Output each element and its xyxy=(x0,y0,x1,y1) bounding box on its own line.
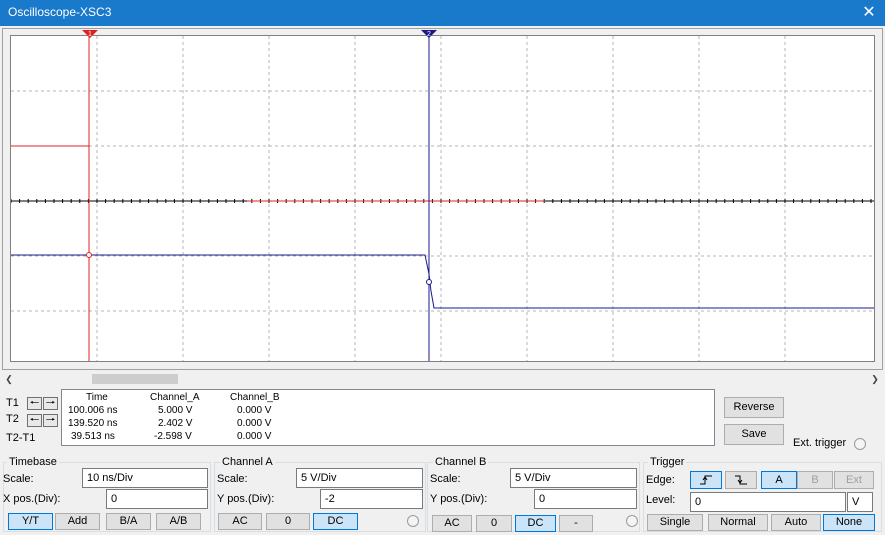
readout-header-channel-a: Channel_A xyxy=(150,392,200,403)
readout-delta-channel-b: 0.000 V xyxy=(237,431,272,442)
readout-t2-channel-a: 2.402 V xyxy=(158,418,193,429)
channel-a-trace xyxy=(11,36,545,202)
trigger-level-unit[interactable]: V xyxy=(847,492,873,512)
readout-t2-time: 139.520 ns xyxy=(68,418,118,429)
cursor-t2-number: 2 xyxy=(427,31,431,38)
channel-a-dc-button[interactable]: DC xyxy=(313,513,358,530)
channel-b-negative-button[interactable]: - xyxy=(559,515,593,532)
trigger-source-a-button[interactable]: A xyxy=(761,471,797,489)
horizontal-scrollbar[interactable]: ❮ ❯ xyxy=(2,372,883,386)
channel-b-title: Channel B xyxy=(433,456,489,468)
channel-b-ypos-label: Y pos.(Div): xyxy=(430,493,488,505)
channel-a-scale-label: Scale: xyxy=(217,473,248,485)
falling-edge-button[interactable] xyxy=(725,471,757,489)
channel-a-scale-field[interactable]: 5 V/Div xyxy=(296,468,423,488)
trigger-edge-label: Edge: xyxy=(646,474,675,486)
ext-trigger-label: Ext. trigger xyxy=(793,437,847,449)
channel-a-ypos-label: Y pos.(Div): xyxy=(217,493,275,505)
trigger-none-button[interactable]: None xyxy=(823,514,875,531)
channel-b-zero-button[interactable]: 0 xyxy=(476,515,512,532)
readout-t1-time: 100.006 ns xyxy=(68,405,118,416)
readout-header-time: Time xyxy=(86,392,108,403)
mode-b-over-a-button[interactable]: B/A xyxy=(106,513,151,530)
channel-b-scale-field[interactable]: 5 V/Div xyxy=(510,468,637,488)
channel-b-scale-label: Scale: xyxy=(430,473,461,485)
timebase-xpos-label: X pos.(Div): xyxy=(3,493,61,505)
trigger-level-field[interactable]: 0 xyxy=(690,492,846,512)
t1-left-arrow-icon[interactable]: 🠐 xyxy=(27,397,42,410)
ext-trigger-terminal[interactable] xyxy=(854,438,866,450)
readout-header-channel-b: Channel_B xyxy=(230,392,280,403)
trigger-source-ext-button[interactable]: Ext xyxy=(834,471,874,489)
scroll-right-icon[interactable]: ❯ xyxy=(868,372,882,386)
measurement-readout: Time Channel_A Channel_B 100.006 ns 5.00… xyxy=(61,389,715,446)
timebase-title: Timebase xyxy=(7,456,59,468)
channel-a-title: Channel A xyxy=(220,456,275,468)
timebase-xpos-field[interactable]: 0 xyxy=(106,489,208,509)
t2-label: T2 xyxy=(6,413,19,425)
rising-edge-icon xyxy=(700,475,712,485)
cursor-t2-handle[interactable]: 2 xyxy=(419,29,439,39)
readout-t2-channel-b: 0.000 V xyxy=(237,418,272,429)
scroll-left-icon[interactable]: ❮ xyxy=(2,372,16,386)
trigger-title: Trigger xyxy=(648,456,687,468)
readout-delta-time: 39.513 ns xyxy=(71,431,115,442)
channel-b-trace xyxy=(11,254,874,309)
falling-edge-icon xyxy=(735,475,747,485)
trigger-single-button[interactable]: Single xyxy=(647,514,703,531)
channel-a-ypos-field[interactable]: -2 xyxy=(320,489,423,509)
channel-b-terminal[interactable] xyxy=(626,515,638,527)
cursor-t1-number: 1 xyxy=(88,31,92,38)
mode-yt-button[interactable]: Y/T xyxy=(8,513,53,530)
t1-label: T1 xyxy=(6,397,19,409)
cursor-t2-marker-point xyxy=(426,279,432,285)
reverse-button[interactable]: Reverse xyxy=(724,397,784,418)
grid xyxy=(11,36,874,361)
timebase-scale-label: Scale: xyxy=(3,473,34,485)
channel-b-dc-button[interactable]: DC xyxy=(515,515,556,532)
save-button[interactable]: Save xyxy=(724,424,784,445)
trigger-normal-button[interactable]: Normal xyxy=(708,514,768,531)
t2-right-arrow-icon[interactable]: 🠒 xyxy=(43,414,58,427)
mode-add-button[interactable]: Add xyxy=(55,513,100,530)
channel-a-terminal[interactable] xyxy=(407,515,419,527)
t1-right-arrow-icon[interactable]: 🠒 xyxy=(43,397,58,410)
readout-t1-channel-a: 5.000 V xyxy=(158,405,193,416)
channel-b-ac-button[interactable]: AC xyxy=(432,515,472,532)
window-title: Oscilloscope-XSC3 xyxy=(8,5,112,19)
t2-t1-label: T2-T1 xyxy=(6,432,36,444)
readout-delta-channel-a: -2.598 V xyxy=(154,431,192,442)
timebase-scale-field[interactable]: 10 ns/Div xyxy=(82,468,208,488)
scrollbar-thumb[interactable] xyxy=(92,374,178,384)
close-icon[interactable]: ✕ xyxy=(856,2,882,24)
t2-left-arrow-icon[interactable]: 🠐 xyxy=(27,414,42,427)
scope-screen xyxy=(10,35,875,362)
rising-edge-button[interactable] xyxy=(690,471,722,489)
channel-a-ac-button[interactable]: AC xyxy=(218,513,262,530)
title-bar xyxy=(0,0,885,26)
cursor-t1-handle[interactable]: 1 xyxy=(80,29,100,39)
channel-a-zero-button[interactable]: 0 xyxy=(266,513,310,530)
readout-t1-channel-b: 0.000 V xyxy=(237,405,272,416)
cursor-t1-marker-point xyxy=(86,252,92,258)
trigger-source-b-button[interactable]: B xyxy=(797,471,833,489)
mode-a-over-b-button[interactable]: A/B xyxy=(156,513,201,530)
channel-b-ypos-field[interactable]: 0 xyxy=(534,489,637,509)
trigger-auto-button[interactable]: Auto xyxy=(771,514,821,531)
trigger-level-label: Level: xyxy=(646,494,676,506)
